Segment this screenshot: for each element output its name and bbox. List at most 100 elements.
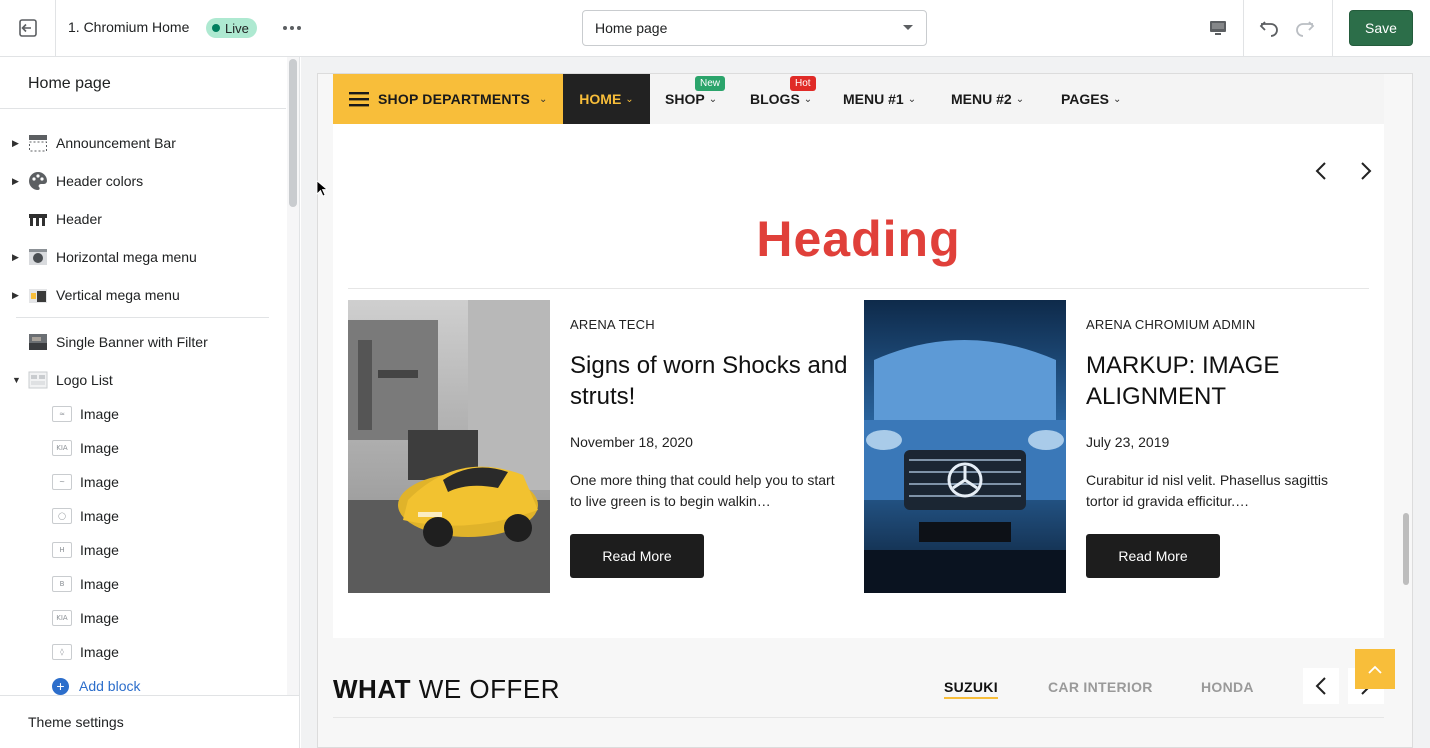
expand-caret-icon[interactable]: ▶: [12, 176, 24, 187]
exit-editor-button[interactable]: [0, 0, 56, 56]
post-title[interactable]: MARKUP: IMAGE ALIGNMENT: [1086, 350, 1366, 412]
logo-list-image-block[interactable]: ~ Image: [0, 465, 286, 499]
offer-prev-button[interactable]: [1303, 668, 1339, 704]
sidebar-scrollbar-thumb[interactable]: [289, 59, 297, 207]
brand-logo-icon: ~: [52, 474, 72, 490]
plus-circle-icon: +: [52, 677, 69, 695]
header-icon: [29, 214, 47, 226]
block-label: Image: [80, 542, 119, 558]
tab-honda[interactable]: HONDA: [1201, 679, 1254, 695]
section-vertical-mega-menu[interactable]: ▶ Vertical mega menu: [0, 278, 286, 312]
theme-settings-button[interactable]: Theme settings: [0, 695, 299, 748]
read-more-button[interactable]: Read More: [1086, 534, 1220, 578]
save-button[interactable]: Save: [1349, 10, 1413, 46]
offer-title-light: WE OFFER: [418, 674, 560, 704]
preview-scrollbar[interactable]: [1400, 73, 1412, 748]
block-label: Image: [80, 406, 119, 422]
expand-caret-icon[interactable]: ▶: [12, 290, 24, 301]
section-label: Single Banner with Filter: [56, 334, 208, 350]
section-logo-list[interactable]: ▼ Logo List: [0, 363, 286, 397]
desktop-icon: [1210, 21, 1226, 35]
exit-icon: [18, 19, 37, 37]
chevron-up-icon: [1368, 665, 1382, 674]
logo-list-image-block[interactable]: KIA Image: [0, 431, 286, 465]
add-block-button[interactable]: + Add block: [52, 675, 140, 697]
blog-posts-section: Heading ARENA TECH Signs of worn Shocks …: [333, 124, 1384, 638]
toyota-logo-icon: ◯: [52, 508, 72, 524]
divider: [333, 717, 1384, 718]
live-dot-icon: [212, 24, 220, 32]
more-horizontal-icon: [283, 26, 301, 30]
blog-post-card: ARENA TECH Signs of worn Shocks and stru…: [348, 300, 848, 593]
kia-logo-icon: KIA: [52, 610, 72, 626]
nav-label: MENU #2: [951, 91, 1012, 107]
blog-post-card: ARENA CHROMIUM ADMIN MARKUP: IMAGE ALIGN…: [864, 300, 1364, 593]
block-label: Image: [80, 508, 119, 524]
read-more-button[interactable]: Read More: [570, 534, 704, 578]
tab-car-interior[interactable]: CAR INTERIOR: [1048, 679, 1153, 695]
expand-caret-icon[interactable]: ▶: [12, 252, 24, 263]
page-selector[interactable]: Home page: [582, 10, 927, 46]
blog-prev-button[interactable]: [1310, 160, 1332, 182]
section-heading: Heading: [756, 211, 961, 267]
block-label: Image: [80, 610, 119, 626]
desktop-view-button[interactable]: [1196, 10, 1240, 46]
section-header-colors[interactable]: ▶ Header colors: [0, 164, 286, 198]
hot-badge: Hot: [790, 76, 816, 91]
blue-mercedes-image: [864, 300, 1066, 593]
store-navigation: SHOP DEPARTMENTS ⌄ HOME ⌄ SHOP ⌄ New BLO…: [333, 74, 1384, 124]
section-label: Header colors: [56, 173, 144, 189]
redo-button[interactable]: [1290, 14, 1320, 42]
collapse-caret-icon[interactable]: ▼: [12, 375, 24, 385]
divider: [16, 317, 269, 318]
brand-logo-icon: ◊: [52, 644, 72, 660]
post-image-blue-mercedes[interactable]: [864, 300, 1066, 593]
tab-suzuki[interactable]: SUZUKI: [944, 679, 998, 699]
section-single-banner-with-filter[interactable]: Single Banner with Filter: [0, 325, 286, 359]
chevron-down-icon: ⌄: [1112, 93, 1122, 105]
logo-list-image-block[interactable]: ≈ Image: [0, 397, 286, 431]
toolbar-divider: [1243, 0, 1244, 56]
section-horizontal-mega-menu[interactable]: ▶ Horizontal mega menu: [0, 240, 286, 274]
blog-next-button[interactable]: [1355, 160, 1377, 182]
logo-list-image-block[interactable]: ◯ Image: [0, 499, 286, 533]
mega-menu-thumbnail-icon: [29, 249, 47, 265]
block-label: Image: [80, 644, 119, 660]
shop-departments-button[interactable]: SHOP DEPARTMENTS ⌄: [333, 74, 563, 124]
post-date: July 23, 2019: [1086, 434, 1170, 450]
post-image-yellow-sports-car[interactable]: [348, 300, 550, 593]
divider: [0, 108, 286, 109]
logo-list-image-block[interactable]: KIA Image: [0, 601, 286, 635]
shop-departments-label: SHOP DEPARTMENTS: [378, 91, 531, 107]
nav-label: SHOP: [665, 91, 705, 107]
preview-scrollbar-thumb[interactable]: [1403, 513, 1409, 585]
section-label: Header: [56, 211, 102, 227]
back-to-top-button[interactable]: [1355, 649, 1395, 689]
live-status-badge: Live: [206, 18, 257, 38]
palette-icon: [29, 172, 47, 190]
nav-home[interactable]: HOME ⌄: [563, 74, 650, 124]
nav-menu-1[interactable]: MENU #1 ⌄: [843, 74, 916, 124]
section-label: Logo List: [56, 372, 113, 388]
caret-down-icon: [903, 25, 913, 30]
nav-menu-2[interactable]: MENU #2 ⌄: [951, 74, 1024, 124]
nav-pages[interactable]: PAGES ⌄: [1061, 74, 1121, 124]
what-we-offer-section: WHAT WE OFFER SUZUKI CAR INTERIOR HONDA: [333, 638, 1384, 718]
logo-list-image-block[interactable]: B Image: [0, 567, 286, 601]
kia-logo-icon: KIA: [52, 440, 72, 456]
undo-button[interactable]: [1254, 14, 1284, 42]
expand-caret-icon[interactable]: ▶: [12, 138, 24, 149]
logo-list-image-block[interactable]: H Image: [0, 533, 286, 567]
more-actions-button[interactable]: [280, 16, 304, 40]
post-title[interactable]: Signs of worn Shocks and struts!: [570, 350, 850, 412]
logo-list-image-block[interactable]: ◊ Image: [0, 635, 286, 669]
redo-icon: [1296, 21, 1315, 37]
block-label: Image: [80, 440, 119, 456]
section-header[interactable]: Header: [0, 202, 286, 236]
chevron-down-icon: ⌄: [907, 93, 917, 105]
chevron-down-icon: ⌄: [803, 93, 813, 105]
section-announcement-bar[interactable]: ▶ Announcement Bar: [0, 126, 286, 160]
undo-icon: [1259, 21, 1278, 37]
toolbar-divider: [1332, 0, 1333, 56]
vertical-menu-thumbnail-icon: [29, 289, 47, 303]
